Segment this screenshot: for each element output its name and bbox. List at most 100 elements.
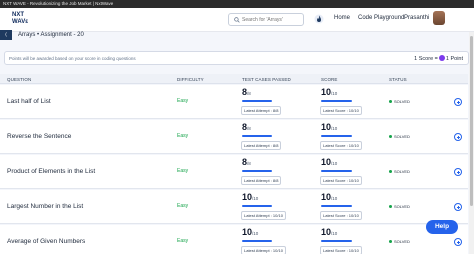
test-cases-passed: 10/10 [242, 227, 258, 237]
score-conversion: 1 Score = 1 Point [414, 55, 463, 62]
test-cases-passed: 10/10 [242, 192, 258, 202]
difficulty-label: Easy [177, 133, 189, 139]
question-title[interactable]: Largest Number in the List [7, 203, 83, 210]
nxtwave-logo[interactable]: NXT WAVε [12, 12, 36, 28]
score-total: /10 [331, 91, 338, 96]
question-title[interactable]: Average of Given Numbers [7, 238, 85, 245]
table-row[interactable]: Average of Given Numbers Easy 10/10 Late… [0, 225, 468, 254]
col-test-cases: TEST CASES PASSED [242, 77, 291, 82]
expand-plus-icon[interactable] [454, 168, 462, 176]
coin-icon [438, 55, 445, 61]
score-value: 10/10 [321, 157, 337, 167]
expand-plus-icon[interactable] [454, 203, 462, 211]
search-input[interactable] [242, 15, 302, 25]
passed-total: /8 [247, 126, 251, 131]
avatar[interactable] [433, 11, 445, 25]
latest-attempt: Latest Attempt : 8/8 [241, 176, 282, 185]
status-text: SOLVED [394, 99, 410, 104]
latest-attempt: Latest Attempt : 10/10 [241, 246, 286, 254]
passed-total: /10 [252, 196, 259, 201]
status-badge: SOLVED [389, 239, 410, 244]
breadcrumb: Arrays • Assignment - 20 [18, 32, 84, 38]
latest-score: Latest Score : 10/10 [320, 211, 362, 220]
back-button[interactable]: ⟨ [0, 30, 12, 40]
logo-line-2: WAVε [12, 18, 29, 25]
search-box[interactable] [228, 13, 304, 26]
score-total: /10 [331, 126, 338, 131]
test-cases-passed: 8/8 [242, 87, 251, 97]
nav-code-playground[interactable]: Code Playground [358, 15, 404, 21]
score-count: 10 [321, 227, 332, 237]
score-count: 10 [321, 157, 332, 167]
score-left: 1 Score = [414, 56, 438, 62]
score-value: 10/10 [321, 122, 337, 132]
difficulty-label: Easy [177, 168, 189, 174]
test-cases-passed: 8/8 [242, 157, 251, 167]
score-total: /10 [331, 161, 338, 166]
search-icon [234, 17, 240, 23]
latest-score: Latest Score : 10/10 [320, 141, 362, 150]
table-header: QUESTION DIFFICULTY TEST CASES PASSED SC… [0, 74, 468, 84]
question-title[interactable]: Product of Elements in the List [7, 168, 95, 175]
score-total: /10 [331, 196, 338, 201]
question-title[interactable]: Last half of List [7, 98, 51, 105]
col-question: QUESTION [7, 77, 32, 82]
table-row[interactable]: Last half of List Easy 8/8 Latest Attemp… [0, 85, 468, 119]
score-count: 10 [321, 87, 332, 97]
passed-total: /8 [247, 161, 251, 166]
expand-plus-icon[interactable] [454, 133, 462, 141]
expand-plus-icon[interactable] [454, 238, 462, 246]
table-row[interactable]: Largest Number in the List Easy 10/10 La… [0, 190, 468, 224]
test-progress-bar [242, 205, 272, 207]
expand-plus-icon[interactable] [454, 98, 462, 106]
score-count: 10 [321, 122, 332, 132]
question-title[interactable]: Reverse the Sentence [7, 133, 71, 140]
score-progress-bar [321, 240, 352, 242]
score-total: /10 [331, 231, 338, 236]
passed-count: 10 [242, 192, 253, 202]
status-text: SOLVED [394, 169, 410, 174]
latest-score: Latest Score : 10/10 [320, 106, 362, 115]
col-score: SCORE [321, 77, 338, 82]
score-value: 10/10 [321, 227, 337, 237]
table-row[interactable]: Product of Elements in the List Easy 8/8… [0, 155, 468, 189]
top-header: NXT WAVε Home Code Playground Prasanthi [0, 8, 474, 32]
score-right: 1 Point [445, 56, 463, 62]
score-value: 10/10 [321, 87, 337, 97]
test-progress-bar [242, 100, 272, 102]
solved-dot [389, 205, 392, 208]
score-progress-bar [321, 100, 352, 102]
status-text: SOLVED [394, 134, 410, 139]
score-progress-bar [321, 135, 352, 137]
test-progress-bar [242, 170, 272, 172]
difficulty-label: Easy [177, 203, 189, 209]
solved-dot [389, 170, 392, 173]
col-difficulty: DIFFICULTY [177, 77, 204, 82]
test-progress-bar [242, 135, 272, 137]
window-titlebar: NXT WAVE - Revolutionizing the Job Marke… [0, 0, 474, 8]
passed-count: 10 [242, 227, 253, 237]
score-progress-bar [321, 170, 352, 172]
difficulty-label: Easy [177, 98, 189, 104]
col-status: STATUS [389, 77, 407, 82]
passed-total: /10 [252, 231, 259, 236]
status-badge: SOLVED [389, 169, 410, 174]
streak-icon[interactable] [314, 14, 324, 24]
latest-attempt: Latest Attempt : 8/8 [241, 106, 282, 115]
solved-dot [389, 240, 392, 243]
difficulty-label: Easy [177, 238, 189, 244]
table-row[interactable]: Reverse the Sentence Easy 8/8 Latest Att… [0, 120, 468, 154]
test-progress-bar [242, 240, 272, 242]
score-count: 10 [321, 192, 332, 202]
score-value: 10/10 [321, 192, 337, 202]
status-badge: SOLVED [389, 99, 410, 104]
score-progress-bar [321, 205, 352, 207]
user-name[interactable]: Prasanthi [404, 15, 429, 21]
nav-home[interactable]: Home [334, 15, 350, 21]
passed-total: /8 [247, 91, 251, 96]
status-text: SOLVED [394, 239, 410, 244]
test-cases-passed: 8/8 [242, 122, 251, 132]
help-button[interactable]: Help [426, 220, 458, 234]
latest-score: Latest Score : 10/10 [320, 246, 362, 254]
scrollbar-thumb[interactable] [470, 36, 473, 206]
